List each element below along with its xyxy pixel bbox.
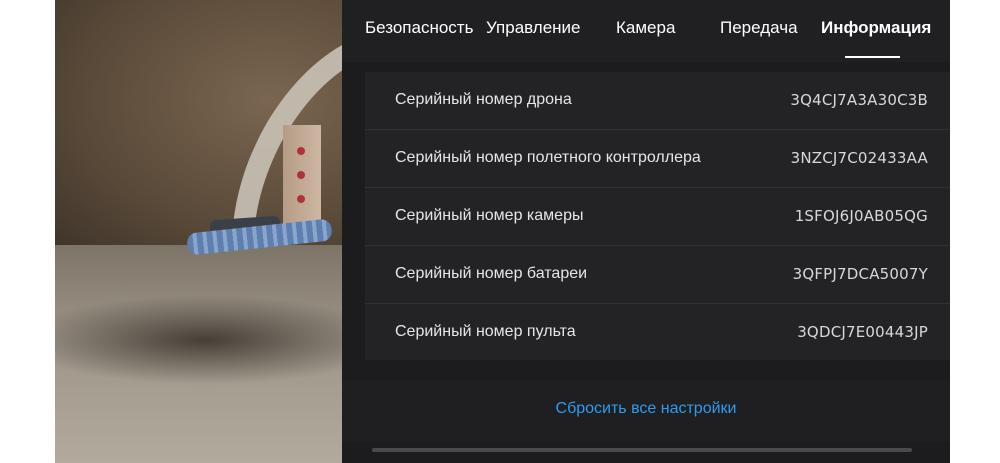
camera-scene-shadow — [55, 295, 342, 385]
info-list: Серийный номер дрона 3Q4CJ7A3A30C3B Сери… — [365, 72, 950, 360]
info-label: Серийный номер камеры — [395, 207, 584, 224]
info-value: 3NZCJ7C02433AA — [790, 149, 928, 167]
settings-panel: Безопасность Управление Камера Передача … — [342, 0, 950, 463]
horizontal-scrollbar[interactable] — [372, 448, 912, 452]
info-value: 3QFPJ7DCA5007Y — [792, 265, 928, 283]
info-value: 3Q4CJ7A3A30C3B — [790, 91, 928, 109]
info-row-remote-sn: Серийный номер пульта 3QDCJ7E00443JP — [365, 304, 950, 361]
info-label: Серийный номер батареи — [395, 265, 588, 282]
info-row-drone-sn: Серийный номер дрона 3Q4CJ7A3A30C3B — [365, 72, 950, 130]
info-row-fc-sn: Серийный номер полетного контроллера 3NZ… — [365, 130, 950, 188]
tab-transmission[interactable]: Передача — [720, 18, 798, 38]
tab-info[interactable]: Информация — [821, 18, 931, 38]
active-tab-indicator — [845, 56, 900, 58]
tab-camera[interactable]: Камера — [616, 18, 675, 38]
info-label: Серийный номер полетного контроллера — [395, 149, 701, 166]
info-value: 1SFOJ6J0AB05QG — [794, 207, 928, 225]
tab-safety[interactable]: Безопасность — [365, 18, 473, 38]
info-value: 3QDCJ7E00443JP — [797, 323, 928, 341]
reset-section: Сбросить все настройки — [342, 380, 950, 442]
info-row-battery-sn: Серийный номер батареи 3QFPJ7DCA5007Y — [365, 246, 950, 304]
info-row-camera-sn: Серийный номер камеры 1SFOJ6J0AB05QG — [365, 188, 950, 246]
info-label: Серийный номер дрона — [395, 91, 572, 108]
camera-scene-box — [283, 125, 321, 233]
reset-all-settings-button[interactable]: Сбросить все настройки — [342, 400, 950, 418]
info-label: Серийный номер пульта — [395, 323, 576, 340]
camera-live-view[interactable] — [55, 0, 342, 463]
screen-edge — [950, 0, 1000, 463]
tab-control[interactable]: Управление — [486, 18, 581, 38]
settings-tabs: Безопасность Управление Камера Передача … — [342, 0, 950, 62]
